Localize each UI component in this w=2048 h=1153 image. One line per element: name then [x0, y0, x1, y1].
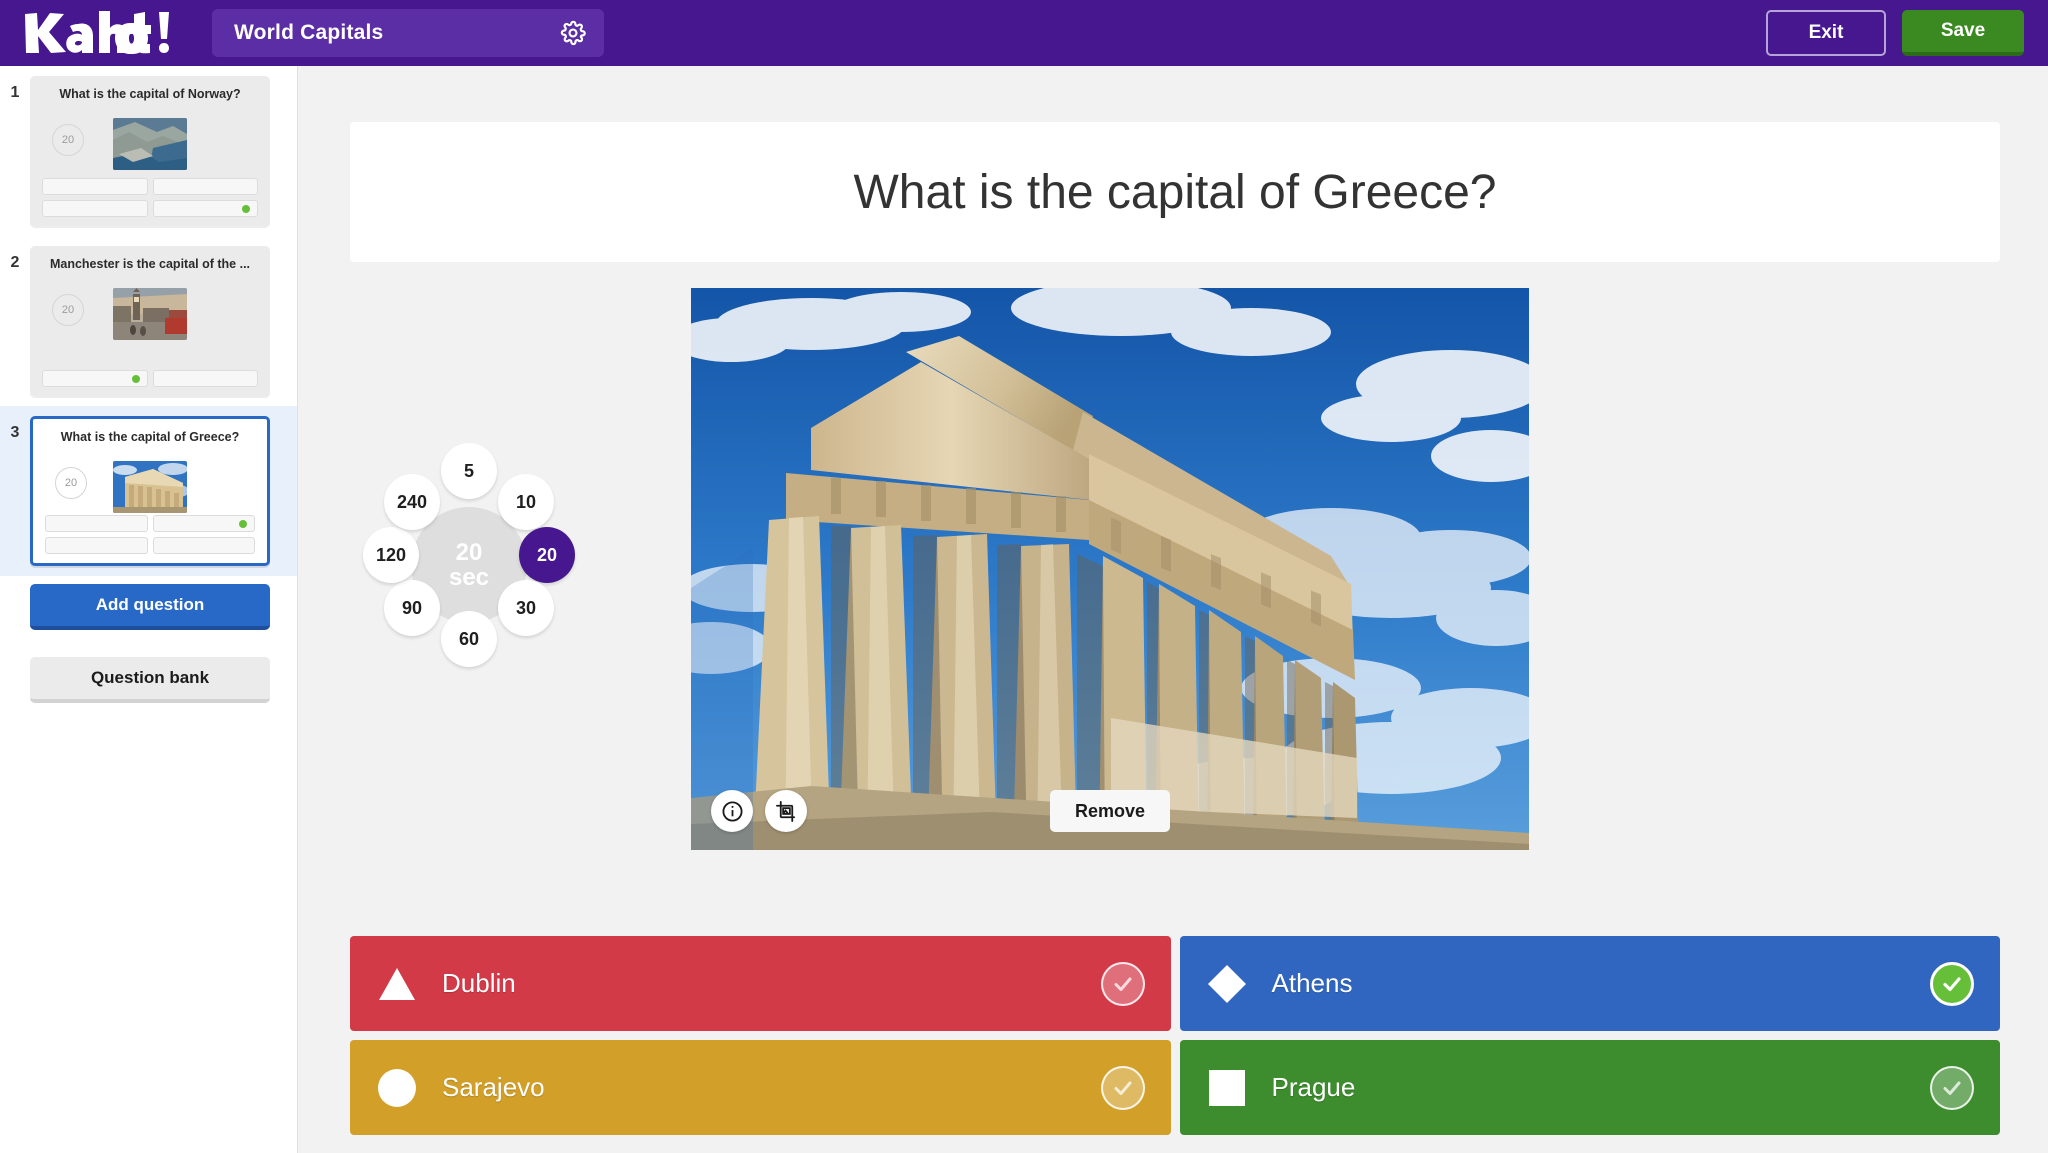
timer-option-120[interactable]: 120: [363, 527, 419, 583]
add-question-button[interactable]: Add question: [30, 584, 270, 630]
exit-button[interactable]: Exit: [1766, 10, 1886, 56]
timer-option-5[interactable]: 5: [441, 443, 497, 499]
question-text-input[interactable]: What is the capital of Greece?: [350, 122, 2000, 262]
answer-correct-toggle-3[interactable]: [1100, 1065, 1145, 1110]
timer-unit: sec: [448, 564, 490, 591]
answer-slot: [152, 537, 255, 554]
timer-option-90[interactable]: 90: [384, 580, 440, 636]
question-card-body: 20: [42, 278, 258, 350]
quiz-title-text: World Capitals: [234, 21, 384, 44]
question-card-title: What is the capital of Norway?: [59, 87, 241, 101]
answer-tile-4[interactable]: Prague: [1179, 1040, 2000, 1135]
answer-text-3: Sarajevo: [442, 1072, 545, 1102]
top-bar: World Capitals Exit Save: [0, 0, 2048, 66]
save-button[interactable]: Save: [1902, 10, 2024, 56]
timer-option-30[interactable]: 30: [498, 580, 554, 636]
sidebar-question-2[interactable]: 2 Manchester is the capital of the ... 2…: [0, 236, 297, 406]
correct-dot: [242, 204, 250, 213]
answer-correct-toggle-4[interactable]: [1930, 1065, 1974, 1110]
question-card-title: Manchester is the capital of the ...: [49, 257, 251, 271]
question-card-timer: 20: [52, 294, 84, 326]
correct-dot: [239, 519, 247, 528]
question-card-answers: [42, 370, 258, 387]
answer-tiles: Dublin Athens Sarajevo Prague: [350, 936, 2000, 1135]
answer-tile-2[interactable]: Athens: [1179, 936, 2000, 1031]
media-toolbar: [711, 790, 807, 832]
timer-option-20-selected[interactable]: 20: [519, 527, 575, 583]
question-card-thumbnail: [113, 288, 187, 340]
answer-slot-correct: [152, 200, 258, 217]
question-card[interactable]: Manchester is the capital of the ... 20: [30, 246, 270, 396]
question-card-thumbnail: [113, 118, 187, 170]
gear-icon[interactable]: [558, 18, 588, 48]
timer-value: 20: [455, 539, 483, 566]
question-card-body: 20: [42, 108, 258, 180]
question-card-thumbnail: [113, 461, 187, 513]
answer-slot: [152, 178, 258, 195]
square-icon: [1206, 1067, 1248, 1109]
answer-slot: [42, 200, 148, 217]
answer-slot: [45, 515, 148, 532]
question-number: 3: [10, 424, 20, 441]
answer-slot: [152, 370, 258, 387]
question-card-answers: [42, 178, 258, 217]
question-card-title: What is the capital of Greece?: [60, 430, 240, 444]
answer-slot: [45, 537, 148, 554]
circle-icon: [376, 1067, 418, 1109]
answer-correct-toggle-2[interactable]: [1930, 961, 1974, 1006]
sidebar-question-1[interactable]: 1 What is the capital of Norway? 20: [0, 66, 297, 236]
topbar-actions: Exit Save: [1766, 10, 2024, 56]
answer-correct-toggle-1[interactable]: [1100, 961, 1145, 1006]
answer-tile-3[interactable]: Sarajevo: [350, 1040, 1171, 1135]
question-card-answers: [45, 515, 255, 554]
answer-tile-1[interactable]: Dublin: [350, 936, 1171, 1031]
answer-slot-correct: [152, 515, 255, 532]
sidebar-question-3[interactable]: 3 What is the capital of Greece? 20: [0, 406, 297, 576]
question-card[interactable]: What is the capital of Norway? 20: [30, 76, 270, 226]
quiz-title-field[interactable]: World Capitals: [212, 9, 604, 57]
question-sidebar[interactable]: 1 What is the capital of Norway? 20 2 Ma…: [0, 66, 298, 1153]
timer-wheel[interactable]: 20 sec 5 10 20 30 60 90 120 240: [353, 443, 585, 681]
kahoot-logo[interactable]: [22, 9, 170, 57]
timer-option-60[interactable]: 60: [441, 611, 497, 667]
question-card-timer: 20: [52, 124, 84, 156]
question-card-body: 20: [45, 451, 255, 523]
answer-text-2: Athens: [1271, 968, 1353, 998]
sidebar-actions: Add question Question bank: [0, 576, 297, 703]
timer-option-240[interactable]: 240: [384, 474, 440, 530]
parthenon-image: [691, 288, 1529, 850]
timer-option-10[interactable]: 10: [498, 474, 554, 530]
question-media[interactable]: Remove: [691, 288, 1529, 850]
diamond-icon: [1206, 963, 1248, 1005]
question-text: What is the capital of Greece?: [853, 165, 1497, 219]
question-card-timer: 20: [55, 467, 87, 499]
answer-text-1: Dublin: [442, 968, 516, 998]
question-number: 2: [10, 254, 20, 271]
answer-text-4: Prague: [1271, 1072, 1356, 1102]
image-crop-icon[interactable]: [765, 790, 807, 832]
answer-slot: [42, 178, 148, 195]
correct-dot: [131, 374, 140, 383]
question-editor: What is the capital of Greece? 20 sec 5 …: [298, 66, 2048, 1153]
info-icon[interactable]: [711, 790, 753, 832]
question-number: 1: [10, 84, 20, 101]
question-card-selected[interactable]: What is the capital of Greece? 20: [30, 416, 270, 566]
answer-slot-correct: [42, 370, 148, 387]
triangle-icon: [376, 963, 418, 1005]
question-bank-button[interactable]: Question bank: [30, 657, 270, 703]
remove-image-button[interactable]: Remove: [1050, 790, 1170, 832]
